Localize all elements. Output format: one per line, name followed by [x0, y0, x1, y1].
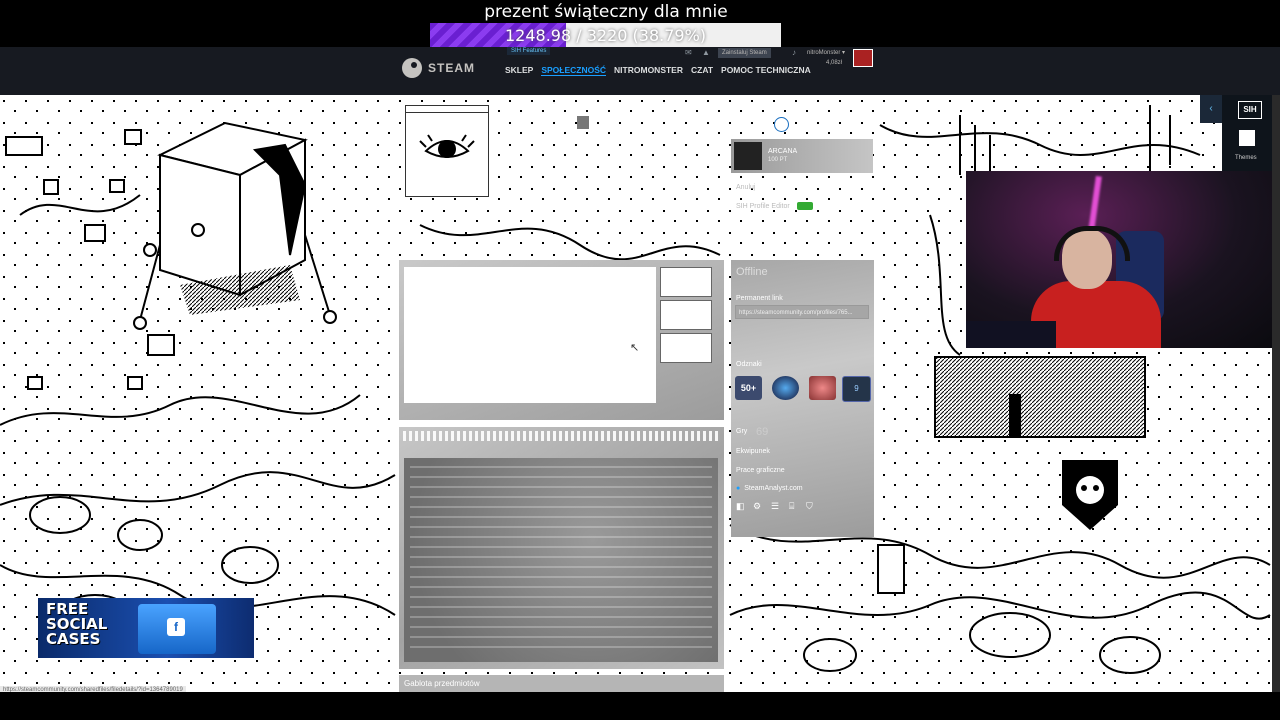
sih-features-button[interactable]: SIH Features: [507, 47, 551, 55]
profile-side-panel: Offline Permanent link https://steamcomm…: [731, 260, 874, 537]
cursor-icon: ↖: [630, 342, 640, 354]
gear-icon[interactable]: ⚙: [753, 501, 761, 512]
install-steam-button[interactable]: Zainstaluj Steam: [718, 48, 771, 58]
badges-label[interactable]: Odznaki: [736, 361, 762, 368]
showcase-thumb[interactable]: [660, 300, 712, 330]
group-icon: [734, 142, 762, 170]
nav-support[interactable]: POMOC TECHNICZNA: [721, 65, 811, 76]
themes-label[interactable]: Themes: [1235, 155, 1257, 161]
inventory-link[interactable]: Ekwipunek: [736, 448, 770, 455]
steam-logo[interactable]: STEAM: [402, 58, 475, 78]
showcase-pattern: [403, 431, 720, 441]
showcase-text-area: [404, 458, 718, 662]
donation-progress-bar: 1248.98 / 3220 (38.79%): [430, 23, 781, 47]
main-nav: SKLEP SPOŁECZNOŚĆ NITROMONSTER CZAT POMO…: [505, 65, 811, 76]
artwork-showcase: ↖: [399, 260, 724, 420]
level-badge[interactable]: 50+: [735, 376, 762, 400]
sih-profile-editor-label: SIH Profile Editor: [736, 203, 790, 210]
bell-icon[interactable]: ♪: [792, 48, 796, 57]
notification-icon[interactable]: ▲: [702, 48, 710, 57]
permanent-link-label: Permanent link: [736, 295, 783, 302]
custom-info-showcase: [399, 427, 724, 669]
showcase-thumb[interactable]: [660, 333, 712, 363]
sih-sidebar: SIH Themes: [1222, 95, 1272, 171]
group-card[interactable]: ARCANA 100 PT: [731, 139, 873, 173]
steamanalyst-link[interactable]: SteamAnalyst.com: [736, 485, 802, 492]
circle-marker[interactable]: [774, 117, 789, 132]
steam-header: STEAM SIH Features ✉ ▲ Zainstaluj Steam …: [0, 47, 1280, 95]
castle-artwork: [934, 356, 1146, 438]
eye-icon: [419, 134, 475, 158]
tag-icon[interactable]: ◧: [736, 501, 745, 512]
games-count: 69: [756, 426, 769, 438]
steam-logo-icon: [402, 58, 422, 78]
bracket-icon[interactable]: ⌸: [789, 501, 794, 512]
banner-text: FREE SOCIAL CASES: [46, 602, 126, 647]
badge-gem-icon[interactable]: [809, 376, 836, 400]
nav-profile[interactable]: NITROMONSTER: [614, 65, 683, 76]
user-avatar[interactable]: [853, 49, 873, 67]
nav-store[interactable]: SKLEP: [505, 65, 533, 76]
group-name: ARCANA: [768, 148, 798, 155]
cancel-link[interactable]: Anuluj: [736, 184, 755, 191]
collapse-arrow[interactable]: ‹: [1200, 95, 1222, 123]
headset-icon: [1054, 226, 1130, 261]
games-label[interactable]: Gry: [736, 428, 747, 435]
showcase-thumb[interactable]: [660, 267, 712, 297]
eye-window-titlebar: [406, 106, 488, 113]
user-menu[interactable]: nitroMonster ▾: [807, 49, 845, 56]
scrollbar[interactable]: [1272, 95, 1280, 692]
showcase-main-image[interactable]: ↖: [404, 267, 656, 403]
nav-chat[interactable]: CZAT: [691, 65, 713, 76]
donation-progress-text: 1248.98 / 3220 (38.79%): [504, 25, 707, 45]
mail-icon[interactable]: ✉: [685, 48, 692, 57]
themes-icon[interactable]: [1239, 130, 1255, 146]
item-showcase-title: Gablota przedmiotów: [404, 679, 480, 688]
showcase-text-lines: [410, 464, 712, 656]
list-icon[interactable]: ☰: [771, 501, 779, 512]
nav-community[interactable]: SPOŁECZNOŚĆ: [541, 65, 607, 76]
shield-icon[interactable]: ⛉: [806, 501, 813, 512]
steam-logo-text: STEAM: [428, 61, 475, 75]
badge-count[interactable]: 9: [842, 376, 871, 402]
item-showcase-header: Gablota przedmiotów: [399, 675, 724, 692]
bottom-letterbox: [0, 692, 1280, 720]
facebook-icon: f: [167, 618, 185, 636]
permanent-link-field[interactable]: https://steamcommunity.com/profiles/765.…: [735, 305, 869, 319]
wallet-balance: 4,08zł: [826, 60, 843, 66]
badge-globe-icon[interactable]: [772, 376, 799, 400]
status-offline: Offline: [736, 266, 768, 278]
group-sub: 100 PT: [768, 157, 788, 163]
banner-line-3: CASES: [46, 630, 101, 648]
eye-window: [405, 105, 489, 197]
sih-profile-editor-toggle[interactable]: [797, 202, 813, 210]
sih-logo[interactable]: SIH: [1238, 101, 1262, 119]
donation-title: prezent świąteczny dla mnie: [484, 2, 728, 22]
free-social-cases-banner[interactable]: FREE SOCIAL CASES f: [38, 598, 254, 658]
keyboard: [966, 321, 1056, 348]
artwork-link[interactable]: Prace graficzne: [736, 467, 785, 474]
webcam-feed: [966, 171, 1280, 348]
gray-square: [577, 116, 589, 129]
